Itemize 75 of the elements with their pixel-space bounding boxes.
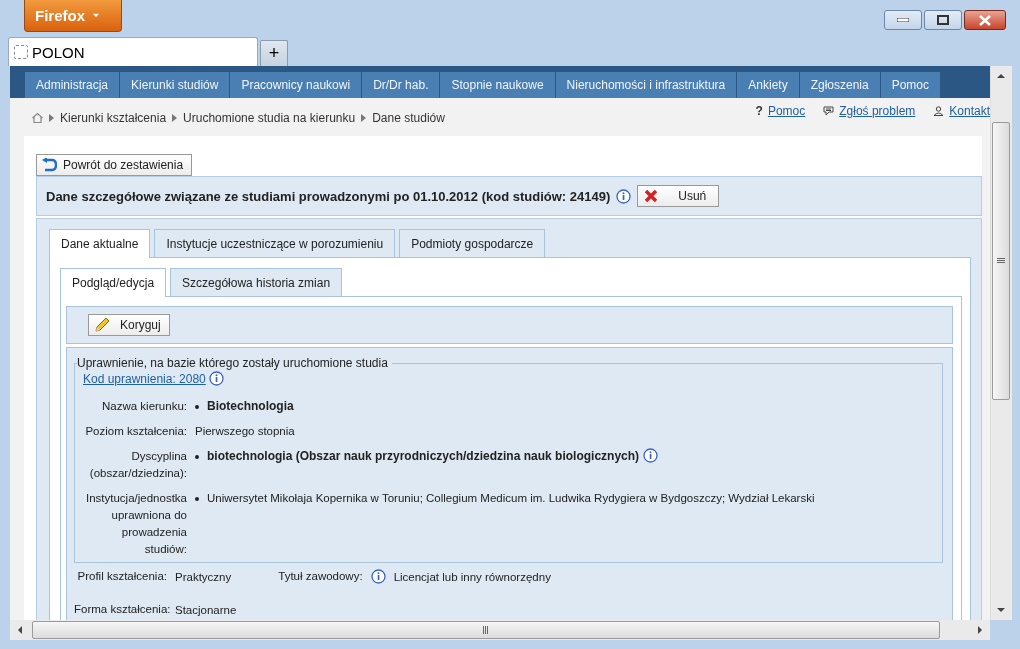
caret-icon: [93, 13, 99, 18]
breadcrumb-link[interactable]: Dane studiów: [372, 111, 445, 125]
field-value: Biotechnologia: [207, 398, 294, 415]
info-icon[interactable]: [643, 448, 659, 463]
nav-menu-item[interactable]: Kierunki studiów: [120, 72, 231, 98]
nav-menu-item[interactable]: Nieruchomości i infrastruktura: [555, 72, 738, 98]
scroll-arrow-icon: [16, 626, 24, 634]
home-icon[interactable]: [32, 113, 43, 123]
info-icon[interactable]: [370, 569, 386, 584]
nav-menu-item[interactable]: Administracja: [25, 72, 121, 98]
scrollbar-thumb[interactable]: [992, 122, 1010, 400]
back-arrow-icon: [41, 158, 57, 172]
nav-menu-item[interactable]: Pracownicy naukowi: [230, 72, 363, 98]
header-link[interactable]: Kontakt: [949, 104, 990, 118]
scrollbar-thumb[interactable]: [32, 621, 940, 639]
person-icon: [933, 106, 945, 116]
edit-button[interactable]: Koryguj: [88, 314, 170, 336]
scroll-arrow-icon: [997, 606, 1005, 614]
minimize-button[interactable]: [884, 10, 922, 30]
nav-menu-item[interactable]: Ankiety: [737, 72, 800, 98]
chevron-icon: [49, 114, 54, 122]
field-label: Poziom kształcenia:: [84, 424, 187, 439]
close-button[interactable]: [964, 10, 1006, 30]
grip-icon: [997, 258, 1005, 264]
pencil-icon: [94, 317, 110, 333]
field-label: Dyscyplina (obszar/dziedzina):: [88, 449, 187, 481]
nav-menu-item[interactable]: Dr/Dr hab.: [362, 72, 441, 98]
maximize-button[interactable]: [924, 10, 962, 30]
minimize-icon: [897, 18, 909, 22]
field-label: Instytucja/jednostka uprawniona do prowadzenia studiów:: [85, 491, 187, 557]
info-icon[interactable]: [208, 371, 224, 386]
tab-title: POLON: [32, 43, 85, 61]
authorization-code-link[interactable]: Kod uprawnienia: 2080: [83, 371, 206, 386]
maximize-icon: [937, 15, 949, 25]
chevron-icon: [361, 114, 367, 122]
delete-button[interactable]: Usuń: [637, 185, 720, 207]
bullet-icon: [195, 455, 199, 459]
section-legend: Uprawnienie, na bazie którego zostały uruchomione studia: [77, 356, 392, 370]
nav-menu-item[interactable]: Stopnie naukowe: [440, 72, 556, 98]
field-value: Licencjat lub inny równorzędny: [393, 570, 551, 583]
new-tab-button[interactable]: +: [260, 40, 288, 66]
field-value: Stacjonarne: [175, 603, 237, 616]
header-link[interactable]: Pomoc: [767, 104, 806, 118]
field-value: biotechnologia (Obszar nauk przyrodniczych/dziedzina nauk biologicznych): [207, 448, 640, 465]
tab[interactable]: Instytucje uczestniczące w porozumieniu: [154, 229, 396, 257]
nav-menu-item[interactable]: Zgłoszenia: [799, 72, 881, 98]
page-heading: Dane szczegółowe związane ze studiami prowadzonymi po 01.10.2012 (kod studiów: 24149): [46, 188, 611, 204]
bullet-icon: [195, 405, 199, 409]
info-icon[interactable]: [616, 188, 632, 204]
browser-tab[interactable]: POLON: [8, 37, 258, 66]
tab[interactable]: Podgląd/edycja: [60, 268, 167, 297]
grip-icon: [483, 626, 489, 634]
breadcrumb-link[interactable]: Kierunki kształcenia: [60, 111, 167, 125]
delete-cross-icon: [644, 189, 659, 203]
scroll-arrow-icon: [976, 626, 984, 634]
field-label: Tytuł zawodowy:: [278, 569, 363, 584]
tab[interactable]: Podmioty gospodarcze: [399, 229, 546, 257]
field-value: Uniwersytet Mikołaja Kopernika w Toruniu; Collegium Medicum im. Ludwika Rydygiera w Bydgoszczy; Wydział Lekarski: [207, 491, 815, 506]
field-value: Praktyczny: [175, 570, 232, 583]
back-button[interactable]: Powrót do zestawienia: [36, 154, 193, 176]
chevron-icon: [172, 114, 178, 122]
breadcrumb-link[interactable]: Uruchomione studia na kierunku: [183, 111, 356, 125]
header-link[interactable]: Zgłoś problem: [839, 104, 916, 118]
bullet-icon: [195, 497, 199, 501]
tab[interactable]: Dane aktualne: [49, 229, 151, 258]
page-icon: [14, 45, 28, 59]
speech-bubble-icon: [823, 106, 835, 116]
close-icon: [979, 14, 991, 26]
tab[interactable]: Szczegółowa historia zmian: [170, 268, 343, 296]
nav-menu-item[interactable]: Pomoc: [880, 72, 942, 98]
field-value: Pierwszego stopnia: [195, 424, 295, 439]
scroll-arrow-icon: [997, 72, 1005, 80]
field-label: Nazwa kierunku:: [101, 399, 187, 414]
field-label: Profil kształcenia:: [76, 569, 167, 584]
help-mark: ?: [755, 104, 763, 118]
